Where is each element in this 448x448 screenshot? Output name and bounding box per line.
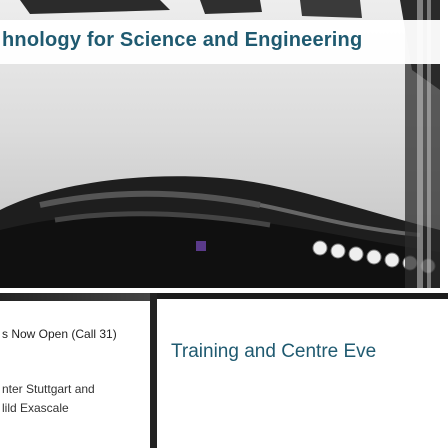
card-image-strip (0, 293, 150, 301)
card-image-strip (157, 293, 448, 299)
news-card-right[interactable]: Training and Centre Eve (157, 293, 448, 448)
news-card-left[interactable]: s Now Open (Call 31) nter Stuttgart and … (0, 293, 152, 448)
call-status-text: s Now Open (Call 31) (2, 327, 117, 341)
card-title[interactable]: Training and Centre Eve (171, 341, 376, 363)
hero-card[interactable]: hnology for Science and Engineering (0, 0, 448, 288)
hero-title[interactable]: hnology for Science and Engineering (2, 29, 362, 52)
card-description-line: lild Exascale (2, 401, 69, 415)
card-description-line: nter Stuttgart and (2, 382, 95, 396)
card-description: nter Stuttgart and lild Exascale (2, 380, 95, 418)
hero-image: hnology for Science and Engineering (0, 0, 440, 288)
